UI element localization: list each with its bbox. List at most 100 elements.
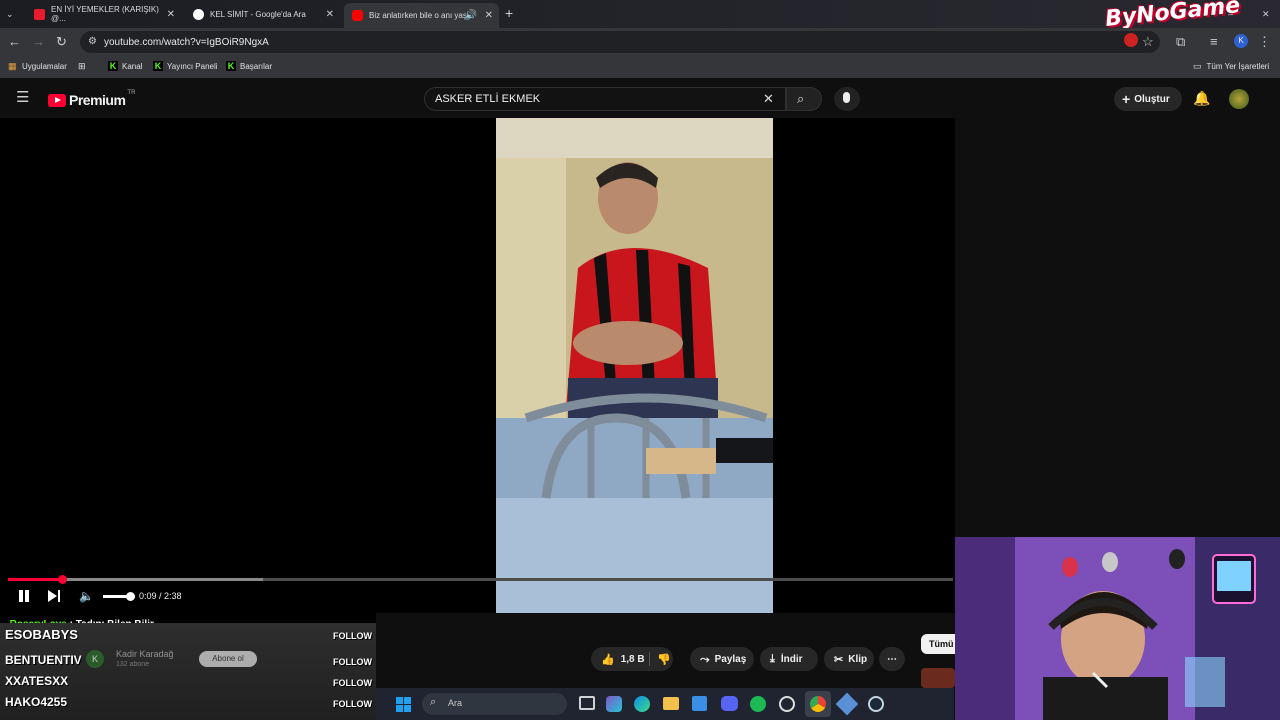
video-frame[interactable] xyxy=(496,118,773,613)
app-icon[interactable] xyxy=(835,692,859,716)
tab-search-chevron-icon[interactable]: ⌄ xyxy=(6,7,14,21)
filter-chip-all[interactable]: Tümü xyxy=(921,634,955,654)
share-arrow-icon: ⤳ xyxy=(700,651,710,666)
volume-icon[interactable]: 🔈 xyxy=(79,589,94,603)
window-close-icon[interactable]: ✕ xyxy=(1262,7,1270,21)
search-query-text[interactable]: ASKER ETLİ EKMEK xyxy=(435,93,540,105)
tab-3-active[interactable]: Biz anlatırken bile o anı yaş... 🔊 ✕ xyxy=(344,3,499,28)
close-tab-icon[interactable]: ✕ xyxy=(485,10,493,21)
account-avatar[interactable] xyxy=(1229,89,1249,109)
browser-tab-strip: ⌄ EN İYİ YEMEKLER (KARIŞIK) @... ✕ KEL S… xyxy=(0,0,1280,32)
extension-red-icon[interactable] xyxy=(1124,33,1138,47)
related-video-thumbnail[interactable] xyxy=(921,668,955,688)
tab-title: KEL SİMİT - Google'da Ara xyxy=(210,9,306,19)
video-still-image xyxy=(496,118,773,613)
channel-name[interactable]: Kadir Karadağ xyxy=(116,649,174,659)
progress-bar-track[interactable] xyxy=(8,575,953,584)
channel-avatar[interactable]: K xyxy=(86,650,104,668)
copilot-icon[interactable] xyxy=(606,696,622,712)
minimize-icon[interactable]: – xyxy=(1228,7,1233,21)
youtube-favicon-icon xyxy=(352,10,363,21)
notifications-bell-icon[interactable]: 🔔 xyxy=(1193,91,1210,105)
plus-icon: + xyxy=(1122,91,1131,107)
share-button[interactable]: ⤳ Paylaş xyxy=(690,647,754,671)
microphone-icon xyxy=(843,92,850,103)
bookmark-star-icon[interactable]: ☆ xyxy=(1142,35,1154,49)
discord-icon[interactable] xyxy=(721,696,738,711)
download-button[interactable]: ⤓ İndir xyxy=(760,647,818,671)
hamburger-menu-icon[interactable]: ☰ xyxy=(16,90,29,105)
clip-button[interactable]: ✂ Klip xyxy=(824,647,874,671)
chrome-menu-kebab-icon[interactable]: ⋮ xyxy=(1258,35,1271,49)
voice-search-button[interactable] xyxy=(834,87,860,111)
video-player[interactable]: 🔈 0:09 / 2:38 xyxy=(0,118,955,613)
time-total: 2:38 xyxy=(164,591,182,601)
edge-icon[interactable] xyxy=(634,696,650,712)
forward-arrow-icon[interactable]: → xyxy=(32,35,45,49)
follower-row: BENTUENTIV FOLLOW xyxy=(0,653,376,674)
media-controls-icon[interactable]: ≡ xyxy=(1210,35,1218,49)
obs-icon[interactable] xyxy=(779,696,795,712)
audio-playing-icon[interactable]: 🔊 xyxy=(465,10,477,21)
taskbar-search-box[interactable]: ⌕ Ara xyxy=(422,693,567,715)
follower-name: XXATESXX xyxy=(5,674,69,688)
share-label: Paylaş xyxy=(714,653,747,665)
thumbs-up-icon[interactable]: 👍 xyxy=(601,653,615,666)
close-tab-icon[interactable]: ✕ xyxy=(326,9,334,20)
file-explorer-icon[interactable] xyxy=(663,697,679,710)
bookmark-basarilar[interactable]: K Başarılar xyxy=(226,61,272,71)
bookmark-yayinci-paneli[interactable]: K Yayıncı Paneli xyxy=(153,61,218,71)
bookmark-kanal[interactable]: K Kanal xyxy=(108,61,142,71)
url-text[interactable]: youtube.com/watch?v=IgBOiR9NgxA xyxy=(104,37,269,48)
follower-row: ESOBABYS FOLLOW xyxy=(0,627,376,648)
volume-handle[interactable] xyxy=(126,592,136,601)
more-actions-button[interactable]: ⋯ xyxy=(879,647,905,671)
task-view-icon[interactable] xyxy=(579,696,595,710)
tab-1[interactable]: EN İYİ YEMEKLER (KARIŞIK) @... ✕ xyxy=(26,3,181,25)
search-input[interactable]: ASKER ETLİ EKMEK xyxy=(424,87,786,111)
microsoft-store-icon[interactable] xyxy=(692,696,707,711)
kick-icon: K xyxy=(226,61,236,71)
omnibox[interactable]: ⚙ youtube.com/watch?v=IgBOiR9NgxA xyxy=(80,31,1160,53)
next-video-icon[interactable] xyxy=(48,590,62,602)
kick-icon: K xyxy=(108,61,118,71)
google-favicon-icon xyxy=(193,8,204,20)
divider xyxy=(649,652,650,666)
tab-title: Biz anlatırken bile o anı yaş... xyxy=(369,11,469,20)
bookmark-all[interactable]: ▭ Tüm Yer İşaretleri xyxy=(1193,61,1269,72)
extensions-puzzle-icon[interactable]: ⧉ xyxy=(1176,35,1185,49)
site-info-icon[interactable]: ⚙ xyxy=(88,36,97,47)
bookmark-apps[interactable]: ▦ Uygulamalar xyxy=(8,61,67,71)
create-button[interactable]: + Oluştur xyxy=(1114,87,1182,111)
taskbar-search-placeholder: Ara xyxy=(448,698,463,708)
grid-icon: ⊞ xyxy=(78,61,86,71)
windows-start-icon[interactable] xyxy=(396,697,411,712)
time-display: 0:09 / 2:38 xyxy=(139,591,182,601)
progress-scrubber-handle[interactable] xyxy=(57,575,67,584)
kick-icon: K xyxy=(153,61,163,71)
tab-2[interactable]: KEL SİMİT - Google'da Ara ✕ xyxy=(185,3,340,25)
apps-launcher[interactable]: ⊞ xyxy=(78,61,86,72)
bookmark-label: Başarılar xyxy=(240,61,273,71)
follower-row: HAKO4255 FOLLOW xyxy=(0,695,376,716)
like-count[interactable]: 1,8 B xyxy=(621,654,645,665)
bookmark-all-label: Tüm Yer İşaretleri xyxy=(1206,62,1270,71)
thumbs-down-icon[interactable]: 👎 xyxy=(657,653,671,666)
steam-icon[interactable] xyxy=(868,696,884,712)
search-button[interactable]: ⌕ xyxy=(786,87,822,111)
subscribe-button[interactable]: Abone ol xyxy=(199,651,257,667)
back-arrow-icon[interactable]: ← xyxy=(8,35,21,49)
profile-avatar-icon[interactable]: K xyxy=(1234,34,1248,48)
clear-search-icon[interactable]: ✕ xyxy=(763,92,774,106)
youtube-premium-logo[interactable]: Premium TR xyxy=(48,90,135,108)
new-tab-plus-icon[interactable]: + xyxy=(505,6,513,20)
close-tab-icon[interactable]: ✕ xyxy=(167,9,175,20)
bookmark-apps-label: Uygulamalar xyxy=(22,61,67,71)
volume-slider[interactable] xyxy=(103,592,136,601)
address-bar: ← → ↻ ⚙ youtube.com/watch?v=IgBOiR9NgxA … xyxy=(0,28,1280,56)
pause-icon[interactable] xyxy=(17,589,31,603)
scissors-icon: ✂ xyxy=(834,653,844,666)
chrome-taskbar-active[interactable] xyxy=(805,691,831,717)
reload-icon[interactable]: ↻ xyxy=(56,35,67,49)
spotify-icon[interactable] xyxy=(750,696,766,712)
